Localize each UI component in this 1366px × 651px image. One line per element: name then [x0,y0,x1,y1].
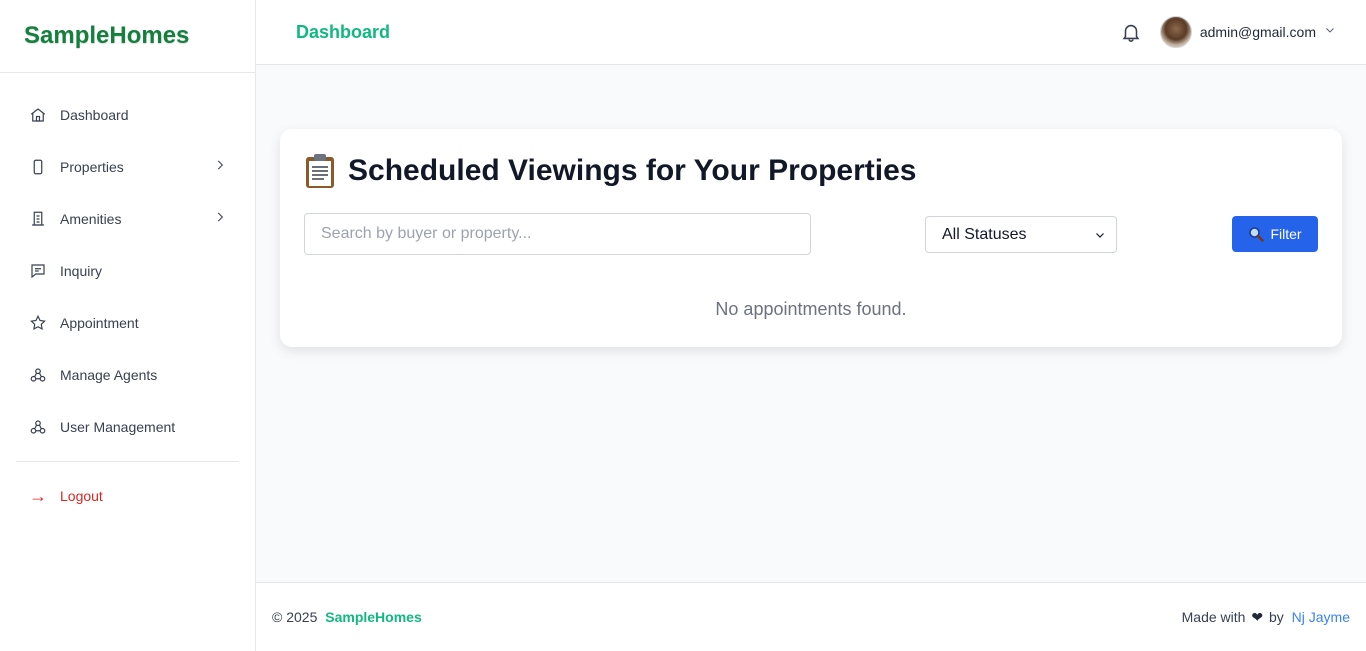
sidebar-item-label: Logout [60,488,103,504]
phone-icon [28,157,48,177]
footer-brand-link[interactable]: SampleHomes [325,609,421,625]
footer: © 2025 SampleHomes Made with ❤ by Nj Jay… [256,582,1366,651]
sidebar-item-label: Amenities [60,211,122,227]
user-email: admin@gmail.com [1199,24,1316,40]
sidebar-item-label: Dashboard [60,107,129,123]
copyright-text: © 2025 [272,609,318,625]
filter-button-label: Filter [1270,226,1302,242]
by-text: by [1268,608,1284,625]
bell-icon[interactable] [1120,21,1142,43]
card-title: Scheduled Viewings for Your Properties [348,154,917,187]
sidebar-item-dashboard[interactable]: Dashboard [16,89,239,141]
users-icon [28,365,48,385]
sidebar-item-inquiry[interactable]: Inquiry [16,245,239,297]
status-select-value: All Statuses [942,225,1027,243]
chevron-down-icon[interactable] [1324,23,1336,41]
status-select[interactable]: All Statuses [925,216,1117,253]
sidebar-item-label: Manage Agents [60,367,158,383]
avatar[interactable] [1159,16,1192,48]
filter-button[interactable]: Filter [1232,216,1318,252]
sidebar-item-label: User Management [60,419,176,435]
chevron-down-icon [1096,232,1104,238]
brand-area: SampleHomes [0,0,255,73]
user-menu[interactable]: admin@gmail.com [1159,16,1336,48]
sidebar-item-manage-agents[interactable]: Manage Agents [16,349,239,401]
appointments-card: Scheduled Viewings for Your Properties A… [280,129,1342,347]
users-icon [28,417,48,437]
sidebar-item-properties[interactable]: Properties [16,141,239,193]
sidebar-item-label: Inquiry [60,263,103,279]
search-input[interactable] [304,213,811,255]
filter-controls: All Statuses Filter [304,213,1318,255]
arrow-right-icon: → [29,485,47,506]
magnifier-icon [1249,227,1265,242]
sidebar-nav: Dashboard Properties Amenities Inquiry A… [0,73,255,522]
sidebar-item-logout[interactable]: → Logout [16,470,239,522]
sidebar-item-label: Properties [60,159,124,175]
sidebar-item-amenities[interactable]: Amenities [16,193,239,245]
heart-icon: ❤ [1251,608,1264,625]
chevron-right-icon[interactable] [213,210,227,229]
card-header: Scheduled Viewings for Your Properties [304,151,1318,191]
made-with-text: Made with [1181,608,1246,625]
home-icon [28,105,48,125]
sidebar: SampleHomes Dashboard Properties Ameniti… [0,0,256,651]
page-title: Dashboard [296,21,391,42]
top-header: Dashboard admin@gmail.com [256,0,1366,65]
sidebar-divider [16,461,239,462]
footer-credit: Made with ❤ by Nj Jayme [1182,609,1350,626]
sidebar-item-label: Appointment [60,315,139,331]
star-icon [28,313,48,333]
message-icon [28,261,48,281]
empty-state-message: No appointments found. [715,299,907,319]
author-link[interactable]: Nj Jayme [1292,609,1350,625]
sidebar-item-user-management[interactable]: User Management [16,401,239,453]
building-icon [28,209,48,229]
brand-logo-text[interactable]: SampleHomes [24,22,189,50]
sidebar-item-appointment[interactable]: Appointment [16,297,239,349]
footer-copyright: © 2025 SampleHomes [272,609,1182,625]
chevron-right-icon[interactable] [213,158,227,177]
clipboard-icon [304,153,336,189]
